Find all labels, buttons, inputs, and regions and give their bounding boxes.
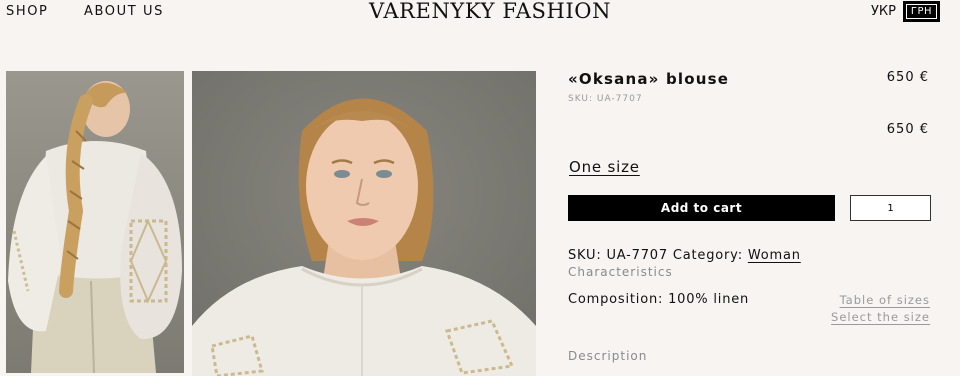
product-photo-back[interactable] [6,71,184,373]
language-switch[interactable]: УКР [871,4,896,19]
currency-button[interactable]: ГРН [903,1,940,22]
product-sku-small: SKU: UA-7707 [568,94,643,104]
description-heading[interactable]: Description [568,349,647,363]
characteristics-heading[interactable]: Characteristics [568,265,673,279]
quantity-input[interactable] [850,195,931,221]
add-to-cart-button[interactable]: Add to cart [568,195,835,221]
sku-label: SKU: UA-7707 [568,248,668,263]
select-size-link[interactable]: Select the size [831,310,930,324]
composition-text: Composition: 100% linen [568,292,750,307]
size-option-one-size[interactable]: One size [569,158,640,176]
nav-shop[interactable]: SHOP [6,4,49,19]
category-link-woman[interactable]: Woman [748,248,801,263]
product-price: 650 € [886,70,929,85]
product-price-secondary: 650 € [886,122,929,137]
table-of-sizes-link[interactable]: Table of sizes [840,293,930,307]
product-photo-front[interactable] [192,71,536,376]
site-logo[interactable]: VARENYKY FASHION [369,0,633,23]
model-front-portrait-photo [192,71,536,376]
product-meta: SKU: UA-7707 Category: Woman [568,248,801,263]
model-back-view-photo [6,71,184,373]
product-title: «Oksana» blouse [568,70,730,88]
nav-about-us[interactable]: ABOUT US [84,4,164,19]
category-label: Category: [672,248,743,263]
